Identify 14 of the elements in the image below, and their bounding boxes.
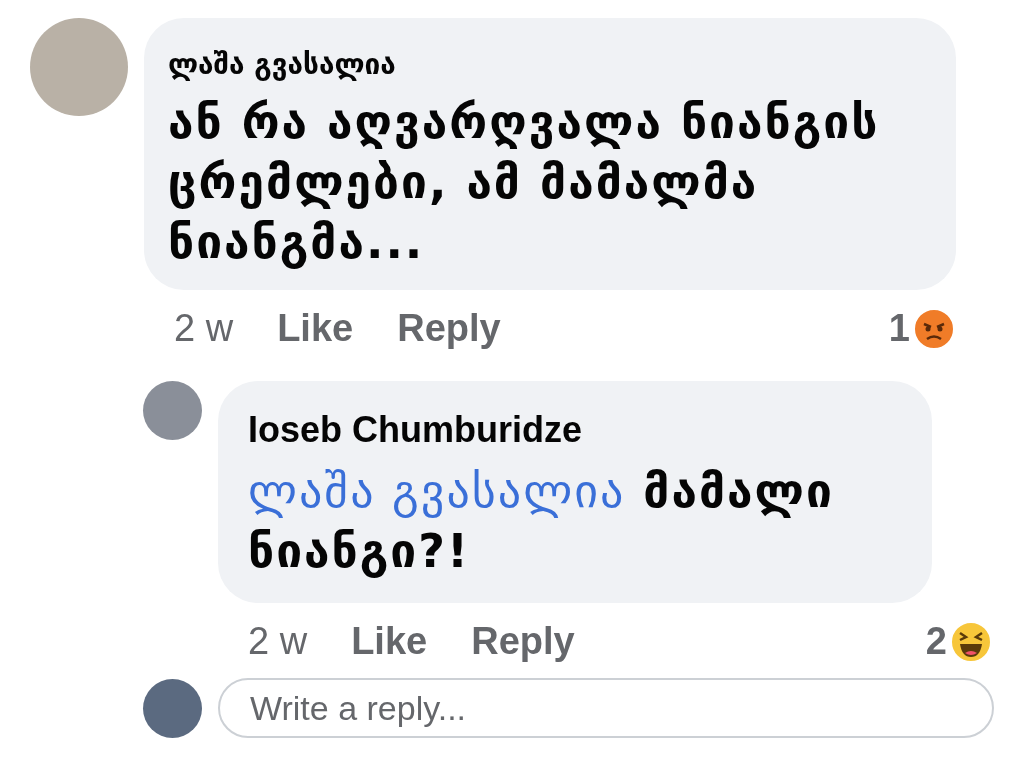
comment-text: ან რა აღვარღვალა ნიანგის ცრემლები, ამ მამალმა ნიანგმა... — [168, 94, 881, 271]
author-name[interactable]: Ioseb Chumburidze — [248, 403, 902, 457]
comment-text: ლაშა გვასალია მამალი ნიანგი?! — [248, 463, 835, 580]
like-button[interactable]: Like — [351, 613, 428, 670]
reply-input-field[interactable]: Write a reply... — [218, 678, 994, 738]
timestamp: 2 w — [174, 306, 234, 351]
reply-button[interactable]: Reply — [397, 300, 501, 357]
like-button[interactable]: Like — [277, 300, 354, 357]
mention-link[interactable]: ლაშა გვასალია — [248, 464, 626, 518]
reaction-count[interactable]: 2 — [925, 613, 993, 670]
reply-button[interactable]: Reply — [471, 613, 575, 670]
reaction-count[interactable]: 1 — [888, 300, 956, 357]
author-name[interactable]: ლაშა გვასალია — [168, 44, 932, 86]
timestamp: 2 w — [248, 619, 308, 664]
